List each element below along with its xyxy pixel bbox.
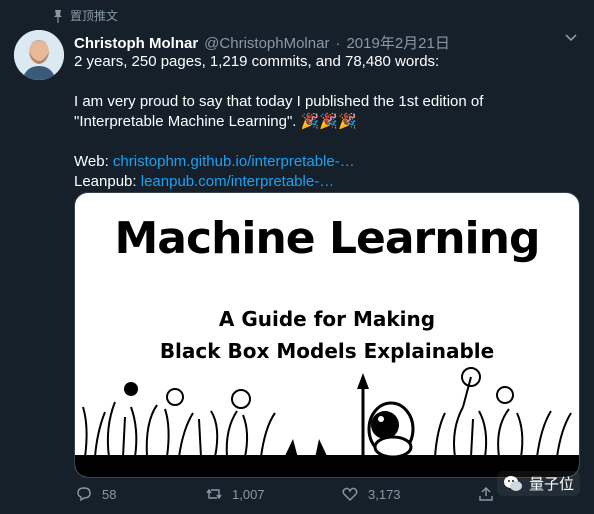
reply-icon bbox=[77, 487, 91, 502]
party-emoji: 🎉🎉🎉 bbox=[300, 113, 357, 130]
card-subtitle-line-2: Black Box Models Explainable bbox=[159, 339, 495, 363]
watermark: 量子位 bbox=[496, 471, 580, 496]
retweet-action[interactable]: 1,007 bbox=[206, 486, 265, 502]
retweet-count: 1,007 bbox=[232, 486, 265, 502]
tweet-text: 2 years, 250 pages, 1,219 commits, and 7… bbox=[74, 52, 574, 192]
leanpub-label: Leanpub: bbox=[74, 173, 137, 190]
like-action[interactable]: 3,173 bbox=[342, 486, 401, 502]
card-subtitle-line-1: A Guide for Making bbox=[218, 307, 436, 331]
reply-action[interactable]: 58 bbox=[76, 486, 116, 502]
pinned-indicator: 置顶推文 bbox=[52, 7, 118, 24]
web-label: Web: bbox=[74, 153, 109, 170]
card-title: Machine Learning bbox=[114, 213, 541, 264]
cover-illustration bbox=[75, 367, 579, 477]
media-card[interactable]: Machine Learning A Guide for Making Blac… bbox=[74, 192, 580, 478]
wechat-icon bbox=[503, 475, 522, 491]
tweet-line-2: I am very proud to say that today I publ… bbox=[74, 93, 484, 110]
leanpub-line: Leanpub: leanpub.com/interpretable-… bbox=[74, 172, 574, 192]
tweet-line-3-text: "Interpretable Machine Learning". bbox=[74, 113, 297, 130]
web-line: Web: christophm.github.io/interpretable-… bbox=[74, 152, 574, 172]
share-action[interactable] bbox=[478, 486, 494, 502]
leanpub-link[interactable]: leanpub.com/interpretable-… bbox=[141, 173, 334, 190]
chevron-down-icon[interactable] bbox=[564, 30, 578, 44]
tweet-line-1: 2 years, 250 pages, 1,219 commits, and 7… bbox=[74, 53, 440, 70]
tweet-header: Christoph Molnar @ChristophMolnar · 2019… bbox=[74, 32, 450, 53]
author-name[interactable]: Christoph Molnar bbox=[74, 35, 198, 52]
web-link[interactable]: christophm.github.io/interpretable-… bbox=[113, 153, 355, 170]
separator-dot: · bbox=[335, 35, 341, 52]
tweet-line-3: "Interpretable Machine Learning". 🎉🎉🎉 bbox=[74, 112, 574, 132]
avatar[interactable] bbox=[14, 30, 64, 80]
watermark-text: 量子位 bbox=[528, 476, 574, 493]
pinned-label: 置顶推文 bbox=[70, 9, 119, 23]
reply-count: 58 bbox=[102, 486, 117, 502]
like-icon bbox=[342, 487, 358, 501]
tweet-date[interactable]: 2019年2月21日 bbox=[346, 32, 449, 53]
retweet-icon bbox=[206, 488, 222, 500]
like-count: 3,173 bbox=[368, 486, 401, 502]
share-icon bbox=[479, 487, 493, 501]
pin-icon bbox=[54, 9, 62, 23]
card-subtitle: A Guide for Making Black Box Models Expl… bbox=[75, 303, 579, 367]
author-handle[interactable]: @ChristophMolnar bbox=[204, 35, 329, 52]
